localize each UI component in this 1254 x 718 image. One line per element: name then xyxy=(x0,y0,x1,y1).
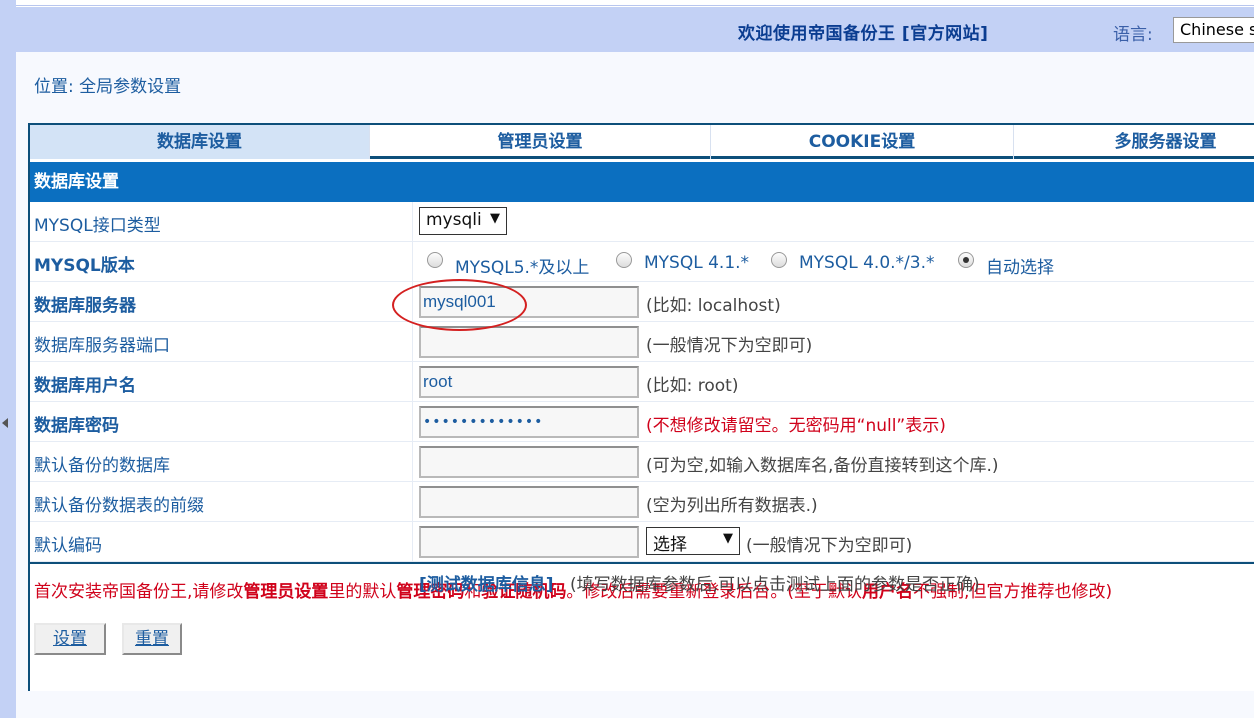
top-bar: 欢迎使用帝国备份王 [官方网站] 语言: Chinese s xyxy=(16,7,1254,52)
settings-panel: 数据库设置 管理员设置 COOKIE设置 多服务器设置 数据库设置 MYSQL接… xyxy=(28,123,1254,691)
tab-bar: 数据库设置 管理员设置 COOKIE设置 多服务器设置 xyxy=(30,125,1254,159)
main-content: 位置: 全局参数设置 数据库设置 管理员设置 COOKIE设置 多服务器设置 数… xyxy=(16,52,1254,718)
row-test-db: [测试数据库信息] (填写数据库参数后,可以点击测试上面的参数是否正确) xyxy=(30,561,1254,599)
db-server-input[interactable] xyxy=(419,286,639,318)
row-default-db: 默认备份的数据库 (可为空,如输入数据库名,备份直接转到这个库.) xyxy=(30,442,1254,482)
db-server-hint: (比如: localhost) xyxy=(646,296,781,316)
breadcrumb: 位置: 全局参数设置 xyxy=(34,77,182,97)
tab-multi-server[interactable]: 多服务器设置 xyxy=(1014,125,1254,159)
mysql-interface-label: MYSQL接口类型 xyxy=(34,216,161,236)
reset-button[interactable]: 重置 xyxy=(122,623,182,655)
top-border xyxy=(0,0,1254,6)
charset-label: 默认编码 xyxy=(34,536,102,556)
db-user-hint: (比如: root) xyxy=(646,376,739,396)
db-user-label: 数据库用户名 xyxy=(34,376,136,396)
left-collapse-strip[interactable] xyxy=(0,0,16,718)
db-port-label: 数据库服务器端口 xyxy=(34,336,170,356)
db-port-hint: (一般情况下为空即可) xyxy=(646,336,813,356)
dropdown-arrow-icon: ▼ xyxy=(490,211,500,226)
welcome-text[interactable]: 欢迎使用帝国备份王 [官方网站] xyxy=(738,19,988,44)
collapse-arrow-icon[interactable] xyxy=(2,418,8,428)
test-db-link[interactable]: [测试数据库信息] xyxy=(419,570,554,595)
db-password-label: 数据库密码 xyxy=(34,416,119,436)
default-db-label: 默认备份的数据库 xyxy=(34,456,170,476)
language-label: 语言: xyxy=(1113,25,1153,45)
row-table-prefix: 默认备份数据表的前缀 (空为列出所有数据表.) xyxy=(30,482,1254,522)
submit-button[interactable]: 设置 xyxy=(34,623,106,655)
mysql-version-label: MYSQL版本 xyxy=(34,256,135,276)
radio-mysql40-label[interactable]: MYSQL 4.0.*/3.* xyxy=(799,253,935,273)
default-db-hint: (可为空,如输入数据库名,备份直接转到这个库.) xyxy=(646,456,999,476)
charset-select[interactable]: 选择 ▼ xyxy=(646,527,740,555)
row-db-port: 数据库服务器端口 (一般情况下为空即可) xyxy=(30,322,1254,362)
radio-mysql5[interactable] xyxy=(427,252,443,268)
radio-mysql40[interactable] xyxy=(771,252,787,268)
default-db-input[interactable] xyxy=(419,446,639,478)
button-row: 设置 重置 xyxy=(30,611,1254,691)
row-mysql-interface: MYSQL接口类型 mysqli ▼ xyxy=(30,202,1254,242)
charset-hint: (一般情况下为空即可) xyxy=(746,536,913,556)
radio-mysql41[interactable] xyxy=(616,252,632,268)
language-select[interactable]: Chinese s xyxy=(1173,17,1254,43)
tab-cookie[interactable]: COOKIE设置 xyxy=(711,125,1014,159)
db-user-input[interactable] xyxy=(419,366,639,398)
row-charset: 默认编码 选择 ▼ (一般情况下为空即可) xyxy=(30,522,1254,562)
mysql-interface-select[interactable]: mysqli ▼ xyxy=(419,207,507,235)
dropdown-arrow-icon: ▼ xyxy=(723,531,733,546)
charset-input[interactable] xyxy=(419,526,639,558)
table-prefix-hint: (空为列出所有数据表.) xyxy=(646,496,818,516)
row-db-user: 数据库用户名 (比如: root) xyxy=(30,362,1254,402)
row-mysql-version: MYSQL版本 MYSQL5.*及以上 MYSQL 4.1.* MYSQL 4.… xyxy=(30,242,1254,282)
radio-mysql41-label[interactable]: MYSQL 4.1.* xyxy=(644,253,749,273)
radio-auto-label[interactable]: 自动选择 xyxy=(986,253,1054,278)
table-prefix-input[interactable] xyxy=(419,486,639,518)
table-prefix-label: 默认备份数据表的前缀 xyxy=(34,496,204,516)
radio-mysql5-label[interactable]: MYSQL5.*及以上 xyxy=(455,253,589,278)
tab-admin[interactable]: 管理员设置 xyxy=(370,125,711,159)
row-db-password: 数据库密码 ••••••••••••• (不想修改请留空。无密码用“null”表… xyxy=(30,402,1254,442)
db-server-label: 数据库服务器 xyxy=(34,296,136,316)
db-port-input[interactable] xyxy=(419,326,639,358)
section-title: 数据库设置 xyxy=(30,162,1254,202)
test-db-desc: (填写数据库参数后,可以点击测试上面的参数是否正确) xyxy=(570,575,980,595)
radio-auto[interactable] xyxy=(958,252,974,268)
db-password-input[interactable]: ••••••••••••• xyxy=(419,406,639,438)
db-password-hint: (不想修改请留空。无密码用“null”表示) xyxy=(646,416,946,436)
tab-database[interactable]: 数据库设置 xyxy=(30,125,370,159)
row-db-server: 数据库服务器 (比如: localhost) xyxy=(30,282,1254,322)
